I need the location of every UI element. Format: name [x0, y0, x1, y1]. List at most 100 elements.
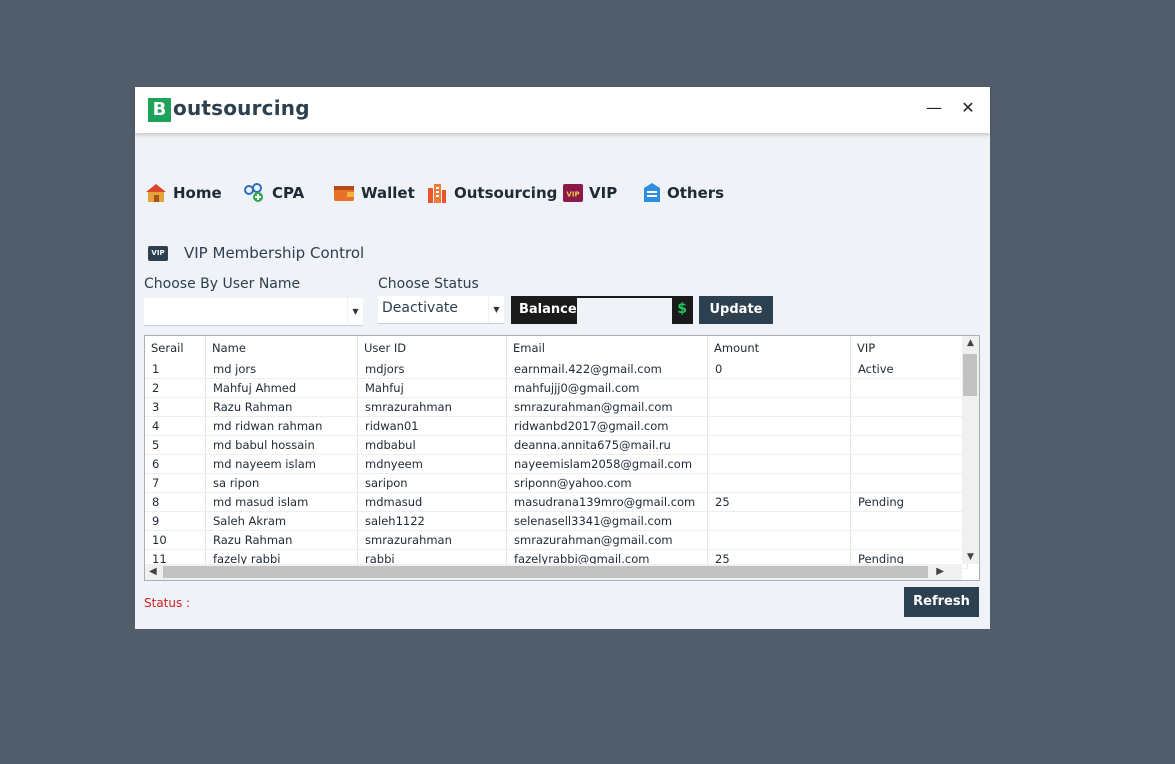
close-button[interactable]: ✕	[957, 97, 979, 119]
column-header[interactable]: Amount	[707, 336, 851, 360]
table-cell[interactable]	[707, 416, 851, 436]
table-cell[interactable]: Mahfuj	[357, 378, 507, 398]
table-cell[interactable]: 7	[145, 473, 206, 493]
table-cell[interactable]: sriponn@yahoo.com	[506, 473, 708, 493]
horizontal-scrollbar[interactable]: ◀ ▶	[145, 564, 962, 580]
table-cell[interactable]: deanna.annita675@mail.ru	[506, 435, 708, 455]
table-cell[interactable]: 10	[145, 530, 206, 550]
vip-icon: VIP	[563, 184, 583, 202]
table-row[interactable]: 1 md jors mdjors earnmail.422@gmail.com 0 Act…	[145, 360, 968, 379]
table-cell[interactable]: Pending	[850, 492, 968, 512]
table-cell[interactable]	[850, 473, 968, 493]
table-cell[interactable]	[850, 530, 968, 550]
table-row[interactable]: 2 Mahfuj Ahmed Mahfuj mahfujjj0@gmail.com	[145, 378, 968, 398]
scroll-up-icon[interactable]: ▲	[962, 338, 979, 348]
table-cell[interactable]: mdnyeem	[357, 454, 507, 474]
nav-vip[interactable]: VIP VIP	[563, 179, 617, 207]
table-cell[interactable]: 9	[145, 511, 206, 531]
scroll-right-icon[interactable]: ▶	[936, 564, 944, 580]
table-cell[interactable]: masudrana139mro@gmail.com	[506, 492, 708, 512]
table-cell[interactable]: selenasell3341@gmail.com	[506, 511, 708, 531]
column-header[interactable]: Serail	[145, 336, 206, 360]
table-cell[interactable]	[707, 511, 851, 531]
table-cell[interactable]: 5	[145, 435, 206, 455]
table-cell[interactable]: sa ripon	[205, 473, 358, 493]
table-cell[interactable]: 25	[707, 492, 851, 512]
column-header[interactable]: User ID	[357, 336, 507, 360]
user-name-select[interactable]: ▼	[144, 298, 363, 326]
table-row[interactable]: 7 sa ripon saripon sriponn@yahoo.com	[145, 473, 968, 493]
table-cell[interactable]: 1	[145, 360, 206, 379]
column-header[interactable]: VIP	[850, 336, 968, 360]
scroll-down-icon[interactable]: ▼	[962, 552, 979, 562]
table-cell[interactable]: smrazurahman	[357, 397, 507, 417]
column-header[interactable]: Email	[506, 336, 708, 360]
table-cell[interactable]	[707, 378, 851, 398]
table-row[interactable]: 6 md nayeem islam mdnyeem nayeemislam2058@g…	[145, 454, 968, 474]
table-cell[interactable]: ridwanbd2017@gmail.com	[506, 416, 708, 436]
scroll-thumb[interactable]	[163, 566, 928, 578]
table-cell[interactable]: saripon	[357, 473, 507, 493]
status-select[interactable]: Deactivate ▼	[378, 296, 504, 324]
table-cell[interactable]: nayeemislam2058@gmail.com	[506, 454, 708, 474]
table-cell[interactable]: mahfujjj0@gmail.com	[506, 378, 708, 398]
table-cell[interactable]: mdjors	[357, 360, 507, 379]
nav-others[interactable]: Others	[643, 179, 724, 207]
minimize-button[interactable]: —	[923, 97, 945, 119]
table-cell[interactable]: Saleh Akram	[205, 511, 358, 531]
nav-wallet[interactable]: Wallet	[333, 179, 415, 207]
table-cell[interactable]	[850, 435, 968, 455]
table-cell[interactable]: smrazurahman@gmail.com	[506, 397, 708, 417]
table-cell[interactable]: 3	[145, 397, 206, 417]
table-cell[interactable]	[707, 435, 851, 455]
chevron-down-icon[interactable]: ▼	[488, 296, 504, 323]
table-cell[interactable]: md ridwan rahman	[205, 416, 358, 436]
table-row[interactable]: 5 md babul hossain mdbabul deanna.annita675…	[145, 435, 968, 455]
table-cell[interactable]: smrazurahman	[357, 530, 507, 550]
table-cell[interactable]: saleh1122	[357, 511, 507, 531]
table-cell[interactable]: 8	[145, 492, 206, 512]
update-button[interactable]: Update	[699, 296, 773, 324]
table-cell[interactable]: md nayeem islam	[205, 454, 358, 474]
table-row[interactable]: 10 Razu Rahman smrazurahman smrazurahman@gm…	[145, 530, 968, 550]
table-cell[interactable]	[850, 416, 968, 436]
table-cell[interactable]	[707, 473, 851, 493]
balance-input[interactable]	[577, 298, 672, 324]
table-cell[interactable]: 6	[145, 454, 206, 474]
table-cell[interactable]: Razu Rahman	[205, 530, 358, 550]
table-row[interactable]: 9 Saleh Akram saleh1122 selenasell3341@gmai…	[145, 511, 968, 531]
table-cell[interactable]: md babul hossain	[205, 435, 358, 455]
vertical-scrollbar[interactable]: ▲ ▼	[962, 336, 979, 564]
nav-home[interactable]: Home	[145, 179, 222, 207]
table-cell[interactable]: mdmasud	[357, 492, 507, 512]
table-cell[interactable]	[850, 378, 968, 398]
table-row[interactable]: 4 md ridwan rahman ridwan01 ridwanbd2017@gm…	[145, 416, 968, 436]
nav-outsourcing[interactable]: Outsourcing	[426, 179, 557, 207]
table-cell[interactable]	[850, 454, 968, 474]
table-cell[interactable]	[707, 397, 851, 417]
table-cell[interactable]: Mahfuj Ahmed	[205, 378, 358, 398]
table-cell[interactable]: Razu Rahman	[205, 397, 358, 417]
table-cell[interactable]: mdbabul	[357, 435, 507, 455]
table-row[interactable]: 3 Razu Rahman smrazurahman smrazurahman@gma…	[145, 397, 968, 417]
table-cell[interactable]	[850, 397, 968, 417]
scroll-left-icon[interactable]: ◀	[149, 564, 157, 580]
chevron-down-icon[interactable]: ▼	[347, 298, 363, 325]
column-header[interactable]: Name	[205, 336, 358, 360]
table-cell[interactable]	[707, 454, 851, 474]
table-cell[interactable]	[707, 530, 851, 550]
nav-cpa[interactable]: CPA	[242, 179, 304, 207]
table-cell[interactable]: 0	[707, 360, 851, 379]
table-cell[interactable]: 2	[145, 378, 206, 398]
table-cell[interactable]: smrazurahman@gmail.com	[506, 530, 708, 550]
table-row[interactable]: 8 md masud islam mdmasud masudrana139mro@gm…	[145, 492, 968, 512]
table-cell[interactable]: 4	[145, 416, 206, 436]
scroll-thumb[interactable]	[963, 354, 977, 396]
table-cell[interactable]: ridwan01	[357, 416, 507, 436]
table-cell[interactable]: md jors	[205, 360, 358, 379]
table-cell[interactable]: Active	[850, 360, 968, 379]
refresh-button[interactable]: Refresh	[904, 587, 979, 617]
table-cell[interactable]: earnmail.422@gmail.com	[506, 360, 708, 379]
table-cell[interactable]	[850, 511, 968, 531]
table-cell[interactable]: md masud islam	[205, 492, 358, 512]
